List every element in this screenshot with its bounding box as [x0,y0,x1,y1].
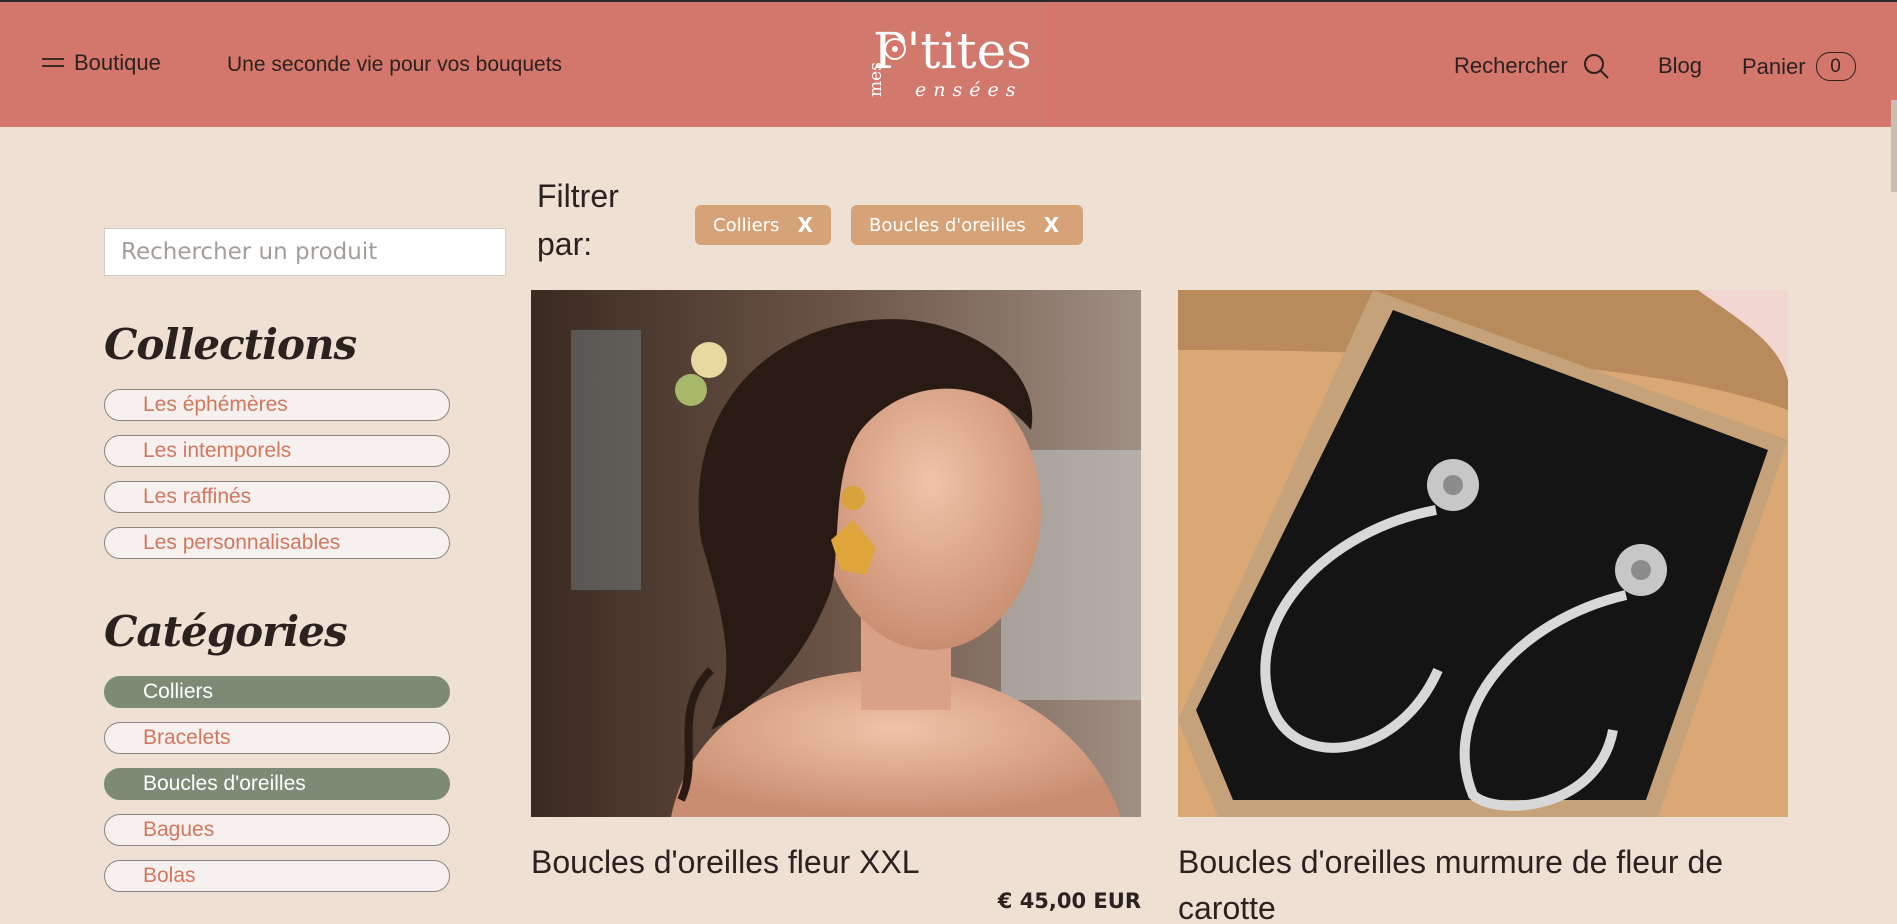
collection-item-ephemeres[interactable]: Les éphémères [104,389,450,421]
collection-item-raffines[interactable]: Les raffinés [104,481,450,513]
menu-label[interactable]: Boutique [74,50,161,76]
category-item-bagues[interactable]: Bagues [104,814,450,846]
collection-item-intemporels[interactable]: Les intemporels [104,435,450,467]
filter-chip-label: Colliers [713,214,780,236]
collection-item-personnalisables[interactable]: Les personnalisables [104,527,450,559]
collections-list: Les éphémères Les intemporels Les raffin… [104,389,506,559]
product-title[interactable]: Boucles d'oreilles fleur XXL [531,839,1141,885]
collections-title: Collections [104,320,357,369]
remove-filter-icon[interactable]: X [797,213,812,237]
hamburger-icon[interactable] [42,57,64,69]
filter-label: Filtrer par: [537,178,619,262]
menu-button[interactable]: Boutique [42,50,161,76]
product-search-input[interactable] [104,228,506,276]
category-item-bracelets[interactable]: Bracelets [104,722,450,754]
category-item-bolas[interactable]: Bolas [104,860,450,892]
cart-count-badge: 0 [1815,52,1856,81]
cart-label[interactable]: Panier [1742,54,1806,80]
logo-sub-text: ensées [915,79,1022,101]
search-icon[interactable] [1582,52,1610,80]
search-label[interactable]: Rechercher [1454,53,1568,79]
cart-link[interactable]: Panier 0 [1742,52,1856,81]
product-card[interactable]: Boucles d'oreilles fleur XXL € 45,00 EUR [531,290,1141,913]
product-price: € 45,00 EUR [997,889,1141,913]
categories-list: Colliers Bracelets Boucles d'oreilles Ba… [104,676,506,892]
product-image-woman-earring[interactable] [531,290,1141,817]
site-header: Boutique Une seconde vie pour vos bouque… [0,2,1897,127]
blog-link[interactable]: Blog [1658,53,1702,79]
site-logo[interactable]: mes P'tites ensées [845,2,1045,127]
tagline-link[interactable]: Une seconde vie pour vos bouquets [227,53,562,77]
filter-chip-boucles[interactable]: Boucles d'oreilles X [851,205,1083,245]
category-item-colliers[interactable]: Colliers [104,676,450,708]
logo-mark: mes P'tites ensées [866,22,1032,101]
filter-chip-label: Boucles d'oreilles [869,214,1026,236]
remove-filter-icon[interactable]: X [1044,213,1059,237]
filter-chip-colliers[interactable]: Colliers X [695,205,831,245]
sidebar: Collections Les éphémères Les intemporel… [104,228,506,906]
header-search-link[interactable]: Rechercher [1454,52,1610,80]
scrollbar[interactable] [1891,100,1897,192]
product-title[interactable]: Boucles d'oreilles murmure de fleur de c… [1178,839,1788,924]
category-item-boucles[interactable]: Boucles d'oreilles [104,768,450,800]
categories-title: Catégories [104,607,348,656]
product-image-hoop-earrings[interactable] [1178,290,1788,817]
product-card[interactable]: Boucles d'oreilles murmure de fleur de c… [1178,290,1788,924]
